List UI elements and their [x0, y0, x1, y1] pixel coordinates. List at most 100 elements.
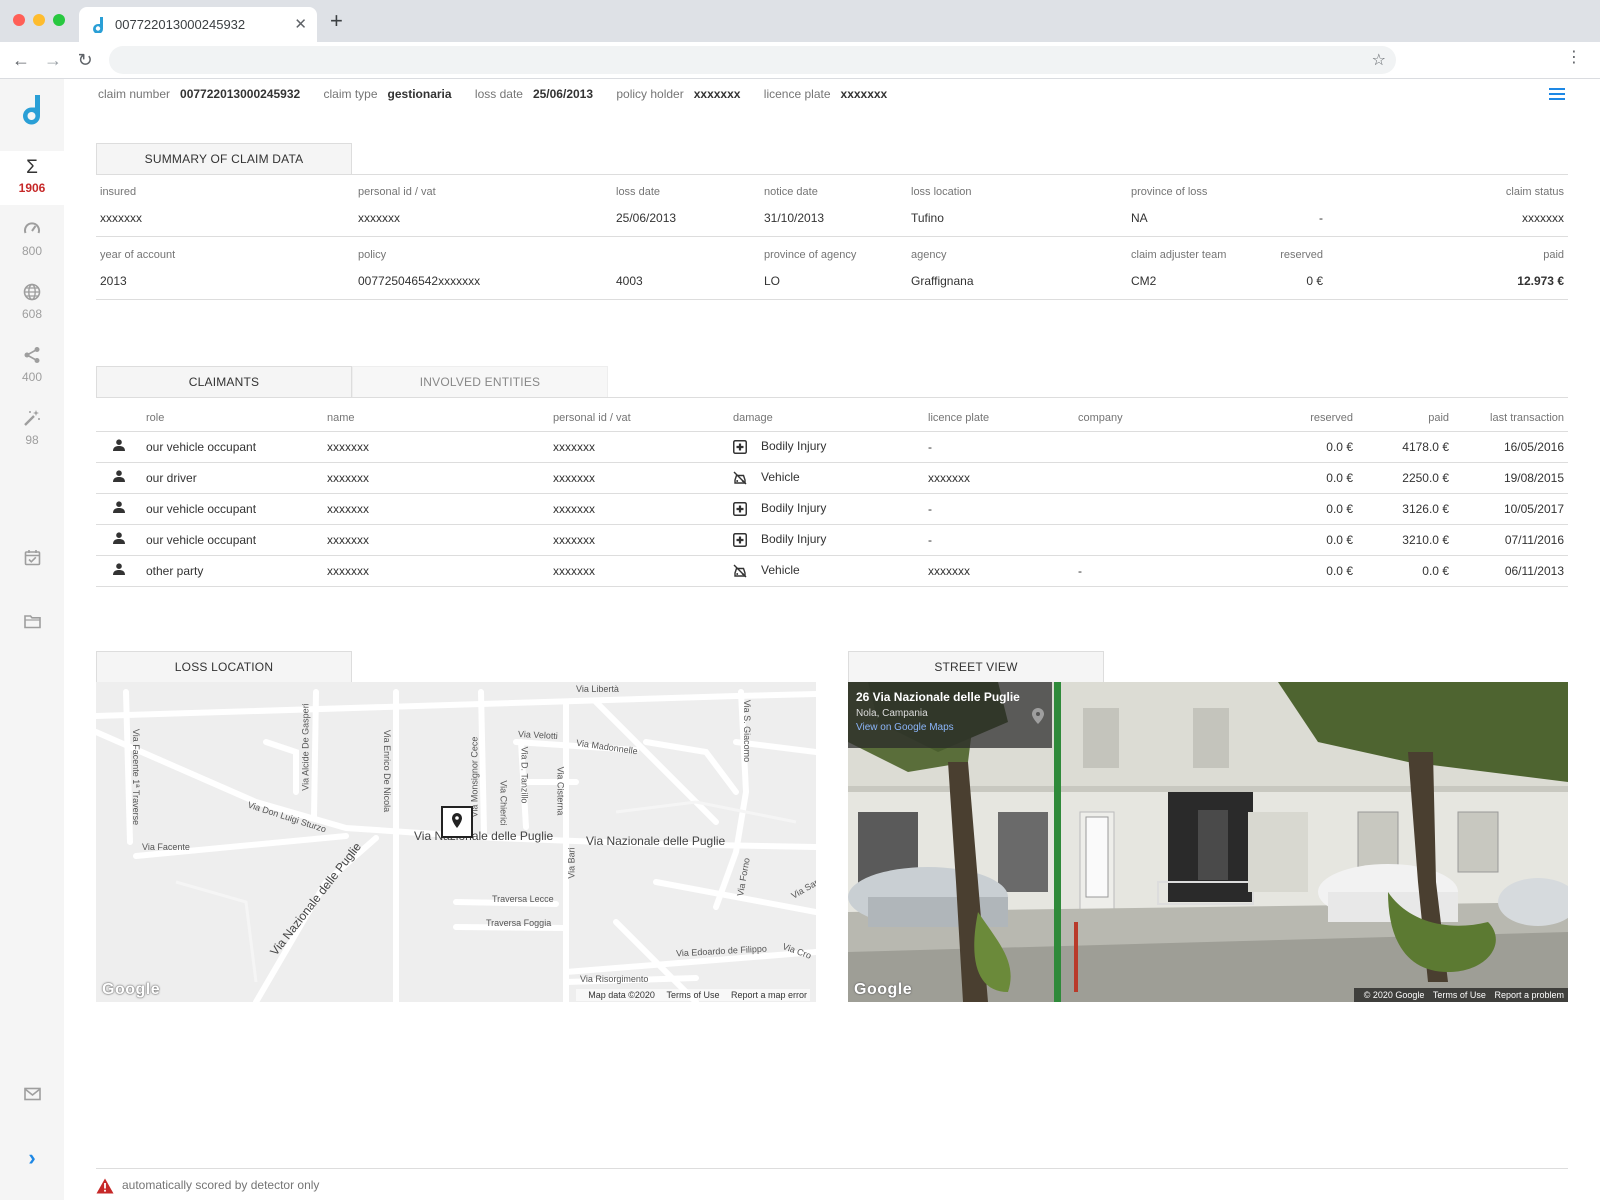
sidebar-item-speedometer[interactable]: 800: [0, 220, 64, 258]
sidebar-item-share[interactable]: 400: [0, 346, 64, 384]
column-header-company[interactable]: company: [1074, 405, 1254, 432]
claimant-damage: Bodily Injury: [729, 493, 924, 525]
street-view-copyright: © 2020 Google: [1363, 990, 1425, 1000]
tab-summary-of-claim-data[interactable]: SUMMARY OF CLAIM DATA: [96, 143, 352, 175]
column-header-reserved[interactable]: reserved: [1254, 405, 1357, 432]
sidebar-item-mail[interactable]: [0, 1084, 64, 1106]
table-row[interactable]: our vehicle occupant xxxxxxx xxxxxxx Bodily…: [96, 493, 1568, 525]
summary-value-province-of-loss: NA -: [1127, 203, 1327, 237]
table-header-row: role name personal id / vat damage licen…: [96, 405, 1568, 432]
claimant-role: our vehicle occupant: [142, 493, 323, 525]
damage-label: Bodily Injury: [761, 532, 827, 547]
street-view-panorama[interactable]: 26 Via Nazionale delle Puglie Nola, Camp…: [848, 682, 1568, 1002]
claimant-reserved: 0.0 €: [1254, 431, 1357, 463]
magic-wand-icon: [0, 409, 64, 431]
sidebar-expand-button[interactable]: ›: [0, 1147, 64, 1169]
tab-close-icon[interactable]: ✕: [294, 15, 307, 33]
street-view-attribution: © 2020 Google Terms of Use Report a prob…: [1353, 988, 1568, 1002]
claimant-last-transaction: 16/05/2016: [1453, 431, 1568, 463]
hamburger-menu-icon[interactable]: [1549, 88, 1565, 100]
reload-icon[interactable]: ↻: [74, 49, 96, 71]
claimant-damage: Bodily Injury: [729, 431, 924, 463]
claimant-reserved: 0.0 €: [1254, 493, 1357, 525]
claimant-name: xxxxxxx: [323, 431, 549, 463]
map-street-label: Via Enrico De Nicola: [382, 729, 393, 813]
summary-label: province of agency: [764, 249, 857, 261]
province-of-loss-extra: -: [1319, 211, 1323, 225]
map-street-label: Via Nazionale delle Puglie: [586, 834, 726, 848]
street-view-report-link[interactable]: Report a problem: [1494, 990, 1564, 1000]
column-header-name[interactable]: name: [323, 405, 549, 432]
claimants-table-wrapper: role name personal id / vat damage licen…: [96, 405, 1568, 587]
summary-value-claim-status: xxxxxxx: [1327, 203, 1568, 237]
tab-loss-location[interactable]: LOSS LOCATION: [96, 651, 352, 683]
close-window-button[interactable]: [13, 14, 25, 26]
loss-location-map[interactable]: Via Libertà Via Velotti Via Madonnelle V…: [96, 682, 816, 1002]
column-header-role[interactable]: role: [142, 405, 323, 432]
maximize-window-button[interactable]: [53, 14, 65, 26]
browser-tab[interactable]: 007722013000245932 ✕: [79, 7, 317, 42]
minimize-window-button[interactable]: [33, 14, 45, 26]
address-bar[interactable]: ☆: [109, 46, 1396, 74]
sidebar-item-calendar[interactable]: [0, 549, 64, 571]
column-header-last-transaction[interactable]: last transaction: [1453, 405, 1568, 432]
street-view-city: Nola, Campania: [856, 708, 928, 719]
street-view-terms-link[interactable]: Terms of Use: [1433, 990, 1486, 1000]
claimant-company: -: [1074, 555, 1254, 587]
claimant-paid: 3126.0 €: [1357, 493, 1453, 525]
forward-icon[interactable]: →: [42, 49, 64, 71]
claimant-damage: Bodily Injury: [729, 524, 924, 556]
person-icon: [96, 462, 142, 494]
map-terms-link[interactable]: Terms of Use: [666, 990, 719, 1000]
google-logo: Google: [854, 981, 913, 998]
claimant-damage: Vehicle: [729, 462, 924, 494]
browser-menu-icon[interactable]: ⋮: [1566, 50, 1582, 66]
column-header-paid[interactable]: paid: [1357, 405, 1453, 432]
table-row[interactable]: our vehicle occupant xxxxxxx xxxxxxx Bodily…: [96, 431, 1568, 463]
column-header-personal-id[interactable]: personal id / vat: [549, 405, 729, 432]
back-icon[interactable]: ←: [10, 49, 32, 71]
claimant-company: [1074, 462, 1254, 494]
map-street-label: Traversa Foggia: [486, 918, 552, 928]
view-on-google-maps-link[interactable]: View on Google Maps: [856, 722, 1044, 733]
claimant-paid: 3210.0 €: [1357, 524, 1453, 556]
loss-location-marker[interactable]: [441, 806, 473, 838]
summary-label: paid: [1543, 249, 1564, 261]
column-header-licence-plate[interactable]: licence plate: [924, 405, 1074, 432]
map-report-link[interactable]: Report a map error: [731, 990, 807, 1000]
summary-value-province-of-agency: LO: [760, 266, 907, 300]
tab-street-view[interactable]: STREET VIEW: [848, 651, 1104, 683]
claim-number-value: 007722013000245932: [180, 87, 301, 101]
sidebar-item-count: 400: [21, 370, 43, 384]
table-row[interactable]: our driver xxxxxxx xxxxxxx Vehicle xxxxxxx 0.…: [96, 462, 1568, 494]
column-header-damage[interactable]: damage: [729, 405, 924, 432]
sidebar-item-folder[interactable]: [0, 612, 64, 634]
map-street-label: Via Velotti: [517, 728, 559, 742]
sidebar-item-globe[interactable]: 608: [0, 283, 64, 321]
claimant-paid: 2250.0 €: [1357, 462, 1453, 494]
map-street-label: Via S. Giacomo: [742, 699, 753, 763]
medical-cross-icon: [733, 501, 747, 516]
table-row[interactable]: our vehicle occupant xxxxxxx xxxxxxx Bodily…: [96, 524, 1568, 556]
person-icon: [96, 555, 142, 587]
table-row[interactable]: other party xxxxxxx xxxxxxx Vehicle xxxxxxx -…: [96, 555, 1568, 587]
folder-icon: [0, 612, 64, 634]
app-logo-icon[interactable]: [20, 95, 44, 125]
claim-type-value: gestionaria: [387, 87, 452, 101]
sidebar-item-score[interactable]: Σ 1906: [0, 151, 64, 205]
medical-cross-icon: [733, 439, 747, 454]
new-tab-button[interactable]: +: [330, 10, 343, 32]
claimant-company: [1074, 431, 1254, 463]
claim-header: claim number 007722013000245932 claim typ…: [98, 87, 907, 103]
sidebar-item-count: 608: [21, 307, 43, 321]
claimant-personal-id: xxxxxxx: [549, 493, 729, 525]
claimant-reserved: 0.0 €: [1254, 524, 1357, 556]
summary-value-paid: 12.973 €: [1327, 266, 1568, 300]
bookmark-star-icon[interactable]: ☆: [1372, 50, 1386, 70]
map-street-label: Via Libertà: [576, 684, 619, 694]
tab-claimants[interactable]: CLAIMANTS: [96, 366, 352, 398]
sidebar-item-magic-wand[interactable]: 98: [0, 409, 64, 447]
map-street-label: Via Bari: [566, 847, 577, 879]
tab-involved-entities[interactable]: INVOLVED ENTITIES: [352, 366, 608, 398]
claimant-company: [1074, 524, 1254, 556]
